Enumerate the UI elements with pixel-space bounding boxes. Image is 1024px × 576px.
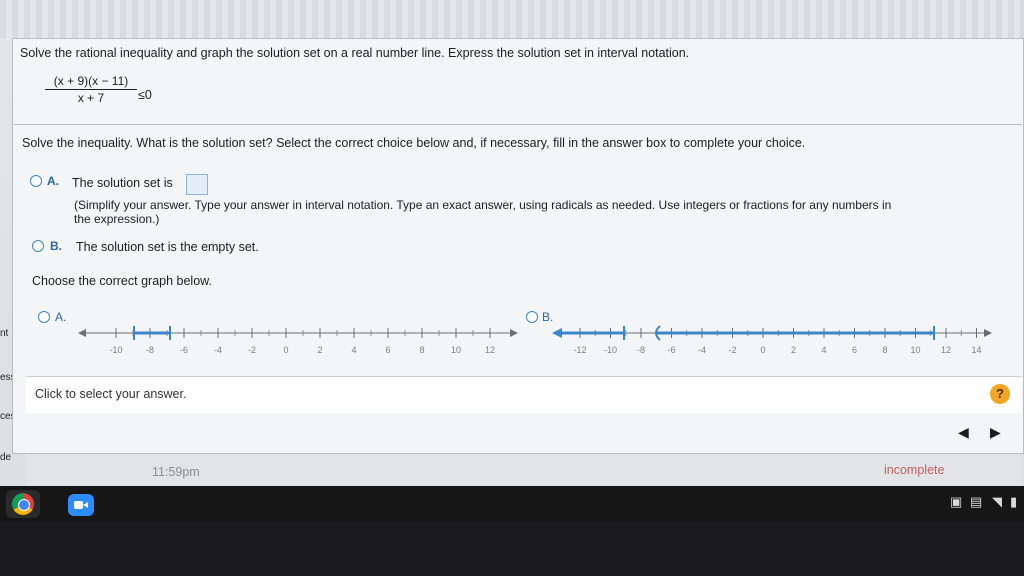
number-line-a-tick-label: 4 xyxy=(351,345,356,355)
number-line-b-tick-label: 4 xyxy=(821,345,826,355)
number-line-b-tick-label: -10 xyxy=(604,345,617,355)
number-line-b-tick-label: -6 xyxy=(667,345,675,355)
number-line-b-tick-label: 6 xyxy=(852,345,857,355)
number-line-a-tick-label: 2 xyxy=(317,345,322,355)
tray-icon-1[interactable]: ▣ xyxy=(950,494,962,510)
inequality-relation: ≤0 xyxy=(138,88,152,102)
top-strip xyxy=(0,0,1024,38)
battery-icon[interactable]: ▮ xyxy=(1010,494,1017,510)
zoom-icon[interactable] xyxy=(68,494,94,516)
number-line-b-tick-label: 14 xyxy=(971,345,981,355)
due-time: 11:59pm xyxy=(152,465,200,479)
number-line-b-tick-label: 10 xyxy=(910,345,920,355)
number-line-a-tick-label: 0 xyxy=(283,345,288,355)
number-line-b-tick-label: 12 xyxy=(941,345,951,355)
fraction-denominator: x + 7 xyxy=(77,91,105,105)
radio-graph-b[interactable] xyxy=(526,311,538,323)
taskbar xyxy=(0,486,1024,522)
number-line-a[interactable]: -10 -8 -6 -4 -2 0 2 4 6 8 10 12 xyxy=(78,320,518,360)
chrome-icon[interactable] xyxy=(6,490,40,518)
divider xyxy=(14,124,1022,125)
choice-a-hint-2: the expression.) xyxy=(74,212,160,226)
left-fragment-1: nt xyxy=(0,328,9,339)
number-line-a-tick-label: -6 xyxy=(180,345,188,355)
fraction-numerator: (x + 9)(x − 11) xyxy=(45,74,137,90)
chrome-center xyxy=(18,499,30,511)
choice-a-hint-1: (Simplify your answer. Type your answer … xyxy=(74,198,892,212)
number-line-b-tick-label: -12 xyxy=(573,345,586,355)
question-prompt: Solve the inequality. What is the soluti… xyxy=(22,136,806,150)
number-line-b-tick-label: 2 xyxy=(791,345,796,355)
number-line-a-tick-label: -8 xyxy=(146,345,154,355)
prev-arrow-icon[interactable]: ◀ xyxy=(958,424,969,441)
number-line-b[interactable]: -12 -10 -8 -6 -4 -2 0 2 4 6 8 10 12 14 xyxy=(552,320,992,360)
number-line-b-tick-label: -2 xyxy=(728,345,736,355)
zoom-camera xyxy=(74,501,83,509)
left-fragment-4: de xyxy=(0,452,12,463)
blue-left-arrow-b xyxy=(552,328,562,338)
zoom-lens xyxy=(83,502,88,508)
status-incomplete: incomplete xyxy=(884,463,945,477)
answer-bar-text: Click to select your answer. xyxy=(35,387,187,401)
number-line-b-tick-label: -4 xyxy=(698,345,706,355)
radio-choice-b[interactable] xyxy=(32,240,44,252)
choice-a-letter: A. xyxy=(47,174,59,188)
tray-icon-2[interactable]: ▤ xyxy=(970,494,982,510)
choice-a-text: The solution set is xyxy=(72,176,173,190)
graph-prompt: Choose the correct graph below. xyxy=(32,274,212,288)
number-line-a-tick-label: -4 xyxy=(214,345,222,355)
number-line-a-tick-label: 6 xyxy=(385,345,390,355)
choice-b-text: The solution set is the empty set. xyxy=(76,240,259,254)
screen: nt ess cess de Solve the rational inequa… xyxy=(0,0,1024,486)
wifi-icon[interactable]: ◥ xyxy=(992,494,1002,510)
number-line-b-tick-label: 8 xyxy=(882,345,887,355)
number-line-b-tick-label: -8 xyxy=(637,345,645,355)
solution-answer-box[interactable] xyxy=(186,174,208,195)
next-arrow-icon[interactable]: ▶ xyxy=(990,424,1001,441)
radio-graph-a[interactable] xyxy=(38,311,50,323)
choice-b-letter: B. xyxy=(50,239,62,253)
number-line-b-tick-label: 0 xyxy=(760,345,765,355)
right-arrow-b xyxy=(984,329,992,337)
inequality-fraction: (x + 9)(x − 11) x + 7 xyxy=(45,74,137,105)
graph-a-letter: A. xyxy=(55,310,67,324)
number-line-a-tick-label: 10 xyxy=(451,345,461,355)
number-line-a-tick-label: 8 xyxy=(419,345,424,355)
radio-choice-a[interactable] xyxy=(30,175,42,187)
number-line-a-tick-label: -2 xyxy=(248,345,256,355)
left-arrow-a xyxy=(78,329,86,337)
question-instruction: Solve the rational inequality and graph … xyxy=(20,46,690,60)
number-line-a-tick-label: -10 xyxy=(109,345,122,355)
right-arrow-a xyxy=(510,329,518,337)
number-line-a-tick-label: 12 xyxy=(485,345,495,355)
help-button[interactable]: ? xyxy=(990,384,1010,404)
